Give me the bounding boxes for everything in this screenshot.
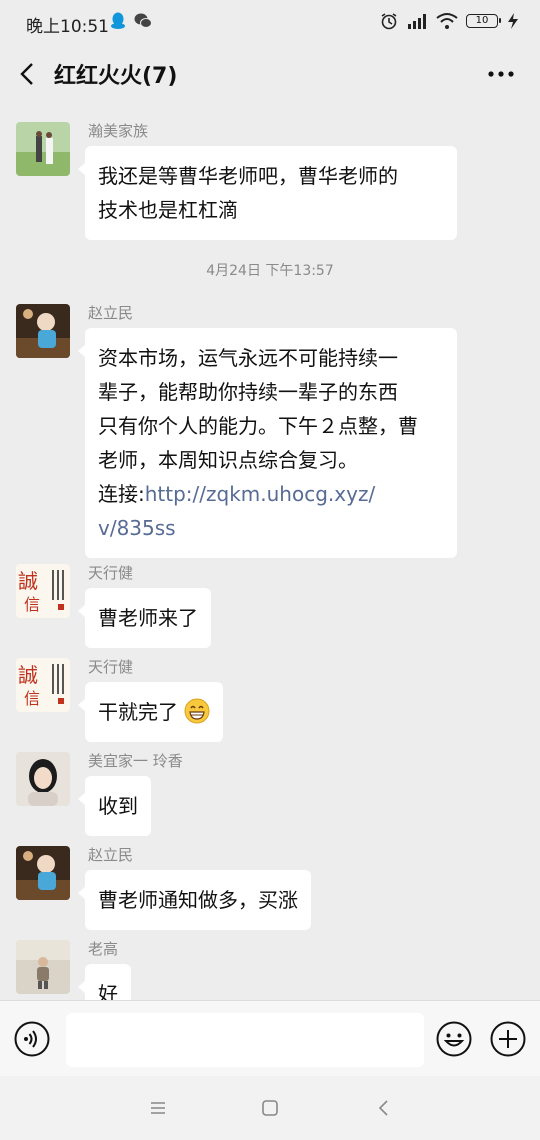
wifi-icon (436, 13, 458, 29)
message-link-line: 连接:http://zqkm.uhocg.xyz/ (98, 477, 444, 511)
hd-signal-icon (408, 14, 426, 29)
message-bubble[interactable]: 曹老师通知做多，买涨 (78, 870, 311, 930)
message-link[interactable]: http://zqkm.uhocg.xyz/ (145, 482, 375, 506)
sender-name: 老高 (88, 940, 119, 958)
message-bubble[interactable]: 收到 (78, 776, 151, 836)
message-text-line: 技术也是杠杠滴 (98, 198, 238, 222)
message-link-continued[interactable]: v/835ss (98, 511, 444, 545)
timestamp: 4月24日 下午13:57 (206, 263, 334, 279)
svg-text:誠: 誠 (18, 569, 38, 593)
svg-text:信: 信 (24, 595, 40, 614)
system-nav-bar (0, 1076, 540, 1140)
message-text: 好 (98, 982, 118, 1000)
charging-icon (508, 13, 518, 29)
link-prefix: 连接: (98, 482, 145, 506)
sender-name: 赵立民 (88, 846, 134, 864)
emoji-icon[interactable] (436, 1021, 472, 1057)
message-text: 收到 (98, 794, 138, 818)
message-text: 曹老师来了 (98, 606, 198, 630)
status-bar: 晚上10:51 10 (0, 0, 540, 44)
svg-text:誠: 誠 (18, 663, 38, 687)
plus-icon[interactable] (490, 1021, 526, 1057)
message-bubble[interactable]: 曹老师来了 (78, 588, 211, 648)
wechat-icon (134, 13, 152, 28)
avatar[interactable] (16, 846, 70, 900)
voice-icon[interactable] (14, 1021, 50, 1057)
message-text-line: 老师，本周知识点综合复习。 (98, 448, 358, 472)
sender-name: 天行健 (88, 658, 134, 676)
status-right-icons: 10 (380, 12, 520, 30)
qq-icon (111, 12, 125, 29)
message-bubble[interactable]: 资本市场，运气永远不可能持续一 辈子，能帮助你持续一辈子的东西 只有你个人的能力… (78, 328, 457, 558)
status-time: 晚上10:51 (26, 17, 109, 37)
sender-name: 美宜家一 玲香 (88, 752, 183, 770)
message-bubble[interactable]: 好 (78, 964, 131, 1000)
input-bar (0, 1000, 540, 1077)
home-icon[interactable] (260, 1098, 280, 1118)
more-dots-icon[interactable] (486, 60, 516, 88)
avatar[interactable] (16, 940, 70, 994)
message-text-line: 我还是等曹华老师吧，曹华老师的 (98, 164, 398, 188)
battery-icon: 10 (466, 14, 501, 28)
avatar[interactable] (16, 304, 70, 358)
chat-title: 红红火火(7) (54, 64, 178, 89)
message-bubble[interactable]: 干就完了 (77, 682, 224, 742)
message-text-line: 只有你个人的能力。下午２点整，曹 (98, 414, 418, 438)
avatar[interactable] (16, 122, 70, 176)
sender-name: 天行健 (88, 564, 134, 582)
chat-header: 红红火火(7) (0, 44, 540, 104)
avatar[interactable]: 誠 信 (16, 564, 70, 618)
back-icon[interactable] (374, 1098, 394, 1118)
message-bubble[interactable]: 我还是等曹华老师吧，曹华老师的 技术也是杠杠滴 (78, 146, 457, 240)
grin-emoji-icon (184, 698, 210, 724)
message-input[interactable] (66, 1013, 424, 1067)
sender-name: 赵立民 (88, 304, 134, 322)
chevron-left-icon[interactable] (14, 60, 42, 88)
avatar[interactable]: 誠 信 (16, 658, 70, 712)
message-text-line: 资本市场，运气永远不可能持续一 (98, 346, 398, 370)
menu-icon[interactable] (148, 1098, 168, 1118)
message-list[interactable]: 瀚美家族 我还是等曹华老师吧，曹华老师的 技术也是杠杠滴 4月24日 下午13:… (0, 104, 540, 1000)
svg-text:信: 信 (24, 689, 40, 708)
message-text: 干就完了 (98, 700, 178, 724)
sender-name: 瀚美家族 (88, 122, 149, 140)
avatar[interactable] (16, 752, 70, 806)
message-text-line: 辈子，能帮助你持续一辈子的东西 (98, 380, 398, 404)
message-text: 曹老师通知做多，买涨 (98, 888, 298, 912)
alarm-icon (381, 13, 397, 30)
